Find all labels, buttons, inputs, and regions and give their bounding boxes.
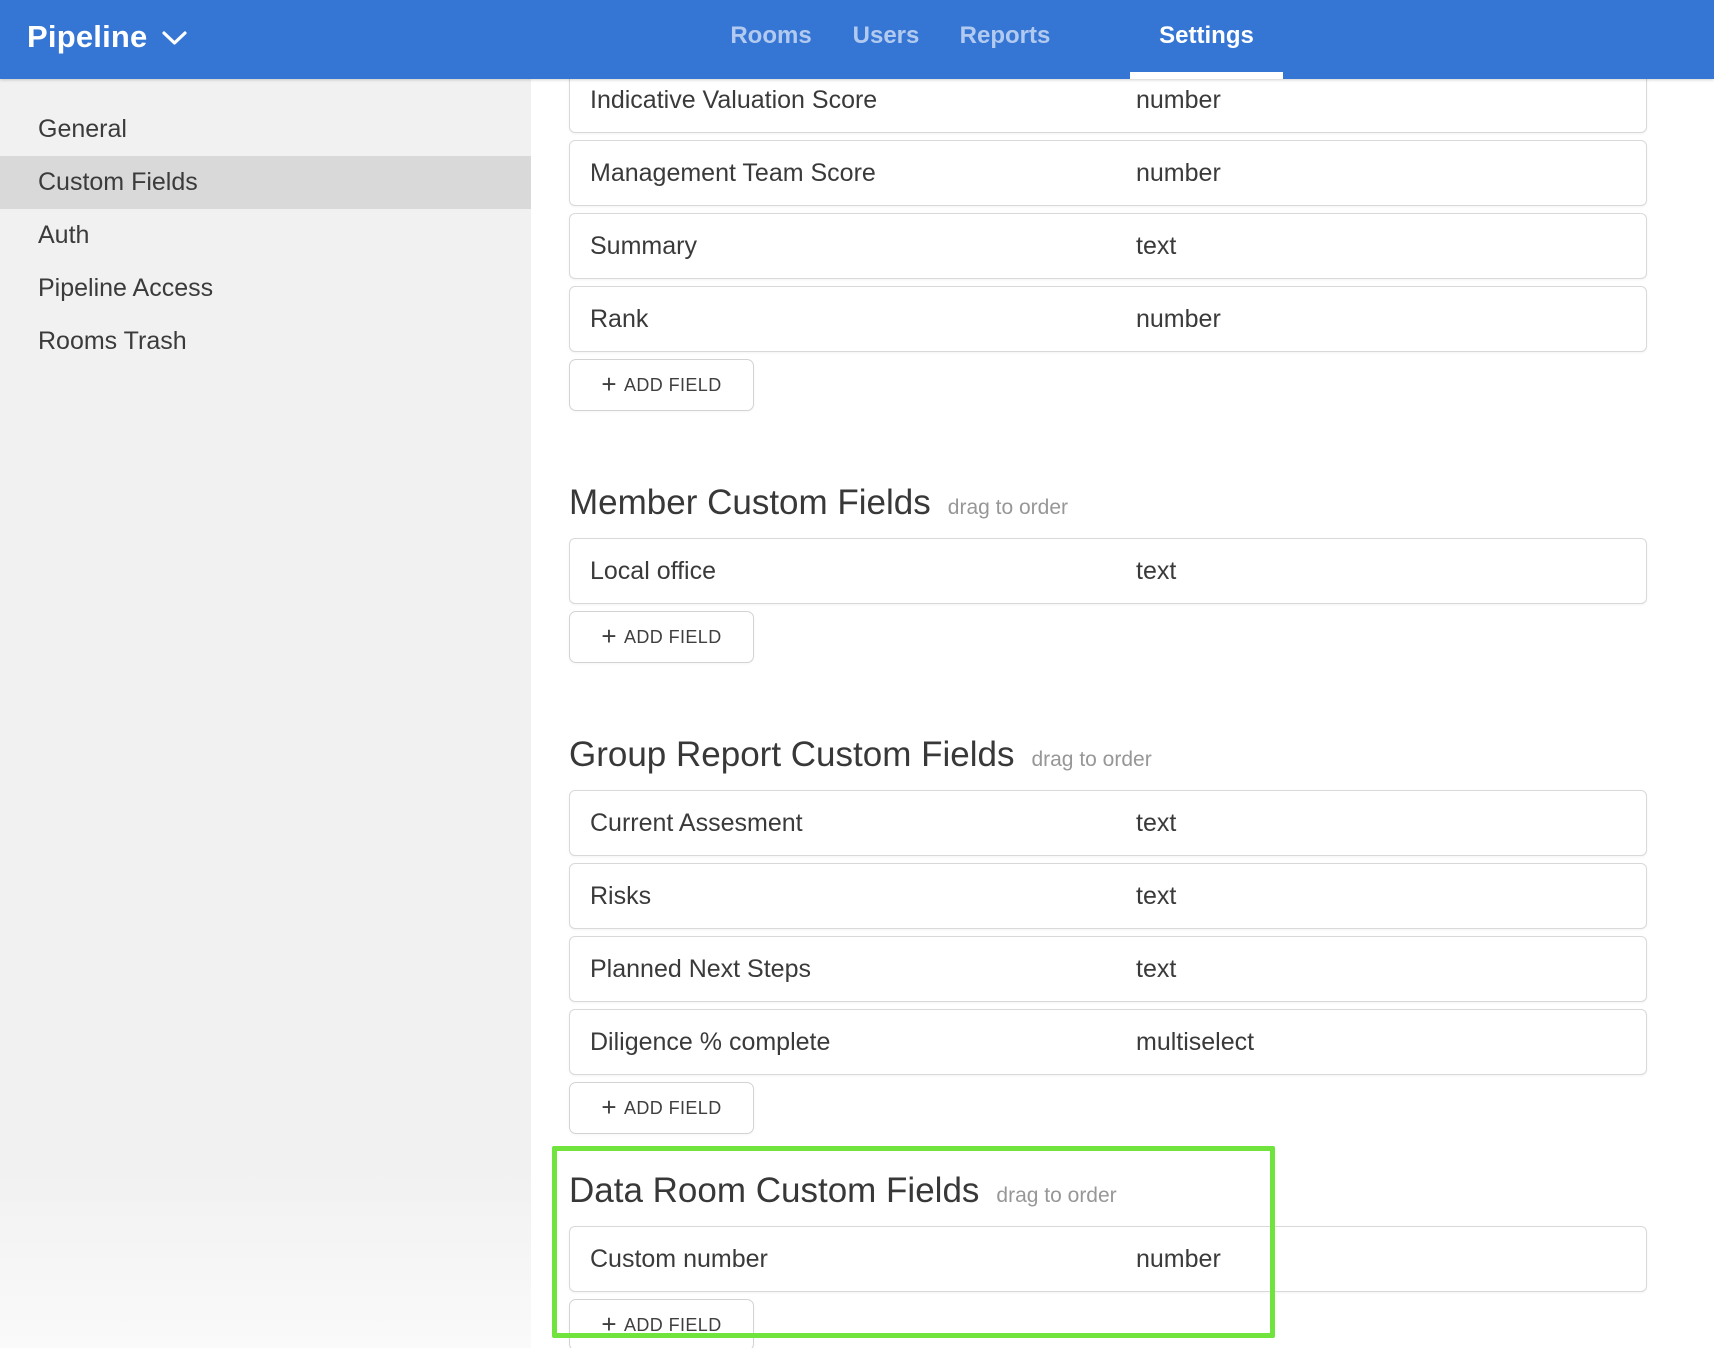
field-row-summary[interactable]: Summary text <box>569 213 1647 279</box>
group-report-custom-fields-section: Group Report Custom Fields drag to order… <box>569 733 1647 1134</box>
section-title-text: Member Custom Fields <box>569 481 931 525</box>
tab-rooms[interactable]: Rooms <box>707 0 835 79</box>
room-custom-fields-section: Indicative Valuation Score number Manage… <box>569 79 1647 411</box>
app-switcher-button[interactable]: Pipeline <box>27 0 188 79</box>
add-field-label: ADD FIELD <box>624 1098 722 1119</box>
data-room-custom-fields-section: Data Room Custom Fields drag to order Cu… <box>569 1169 1647 1348</box>
add-field-button[interactable]: + ADD FIELD <box>569 359 754 411</box>
plus-icon: + <box>601 1094 617 1120</box>
field-name: Local office <box>590 557 716 586</box>
add-field-label: ADD FIELD <box>624 627 722 648</box>
add-field-button[interactable]: + ADD FIELD <box>569 1082 754 1134</box>
sidebar-item-auth[interactable]: Auth <box>0 209 531 262</box>
plus-icon: + <box>601 1311 617 1337</box>
settings-content: Indicative Valuation Score number Manage… <box>531 79 1714 1348</box>
field-row-planned-next-steps[interactable]: Planned Next Steps text <box>569 936 1647 1002</box>
tab-reports[interactable]: Reports <box>937 0 1073 79</box>
field-name: Planned Next Steps <box>590 955 811 984</box>
field-name: Custom number <box>590 1245 768 1274</box>
tab-settings[interactable]: Settings <box>1130 0 1283 79</box>
field-type: text <box>1136 882 1176 911</box>
tab-settings-label: Settings <box>1159 22 1254 50</box>
field-name: Indicative Valuation Score <box>590 86 877 115</box>
drag-to-order-hint: drag to order <box>948 486 1068 530</box>
sidebar-item-pipeline-access[interactable]: Pipeline Access <box>0 262 531 315</box>
field-type: number <box>1136 86 1221 115</box>
field-name: Current Assesment <box>590 809 803 838</box>
field-name: Summary <box>590 232 697 261</box>
field-row-custom-number[interactable]: Custom number number <box>569 1226 1647 1292</box>
field-row-management-team-score[interactable]: Management Team Score number <box>569 140 1647 206</box>
section-title-text: Data Room Custom Fields <box>569 1169 979 1213</box>
field-type: multiselect <box>1136 1028 1254 1057</box>
tab-users[interactable]: Users <box>829 0 943 79</box>
field-row-current-assesment[interactable]: Current Assesment text <box>569 790 1647 856</box>
field-row-indicative-valuation-score[interactable]: Indicative Valuation Score number <box>569 79 1647 133</box>
field-type: number <box>1136 305 1221 334</box>
field-type: text <box>1136 557 1176 586</box>
section-title-text: Group Report Custom Fields <box>569 733 1014 777</box>
drag-to-order-hint: drag to order <box>996 1174 1116 1218</box>
drag-to-order-hint: drag to order <box>1031 738 1151 782</box>
field-name: Risks <box>590 882 651 911</box>
app-header: Pipeline Rooms Users Reports Settings <box>0 0 1714 79</box>
add-field-label: ADD FIELD <box>624 1315 722 1336</box>
add-field-label: ADD FIELD <box>624 375 722 396</box>
plus-icon: + <box>601 371 617 397</box>
field-row-rank[interactable]: Rank number <box>569 286 1647 352</box>
field-name: Rank <box>590 305 648 334</box>
field-name: Diligence % complete <box>590 1028 830 1057</box>
chevron-down-icon <box>161 28 188 52</box>
section-title: Group Report Custom Fields drag to order <box>569 733 1647 782</box>
plus-icon: + <box>601 623 617 649</box>
field-name: Management Team Score <box>590 159 876 188</box>
sidebar-item-custom-fields[interactable]: Custom Fields <box>0 156 531 209</box>
sidebar-item-rooms-trash[interactable]: Rooms Trash <box>0 315 531 368</box>
field-row-risks[interactable]: Risks text <box>569 863 1647 929</box>
field-type: text <box>1136 955 1176 984</box>
sidebar-item-general[interactable]: General <box>0 103 531 156</box>
field-row-diligence-complete[interactable]: Diligence % complete multiselect <box>569 1009 1647 1075</box>
app-title: Pipeline <box>27 19 147 61</box>
field-row-local-office[interactable]: Local office text <box>569 538 1647 604</box>
field-type: number <box>1136 1245 1221 1274</box>
field-type: text <box>1136 232 1176 261</box>
section-title: Data Room Custom Fields drag to order <box>569 1169 1647 1218</box>
settings-sidebar: General Custom Fields Auth Pipeline Acce… <box>0 79 531 1348</box>
add-field-button[interactable]: + ADD FIELD <box>569 611 754 663</box>
active-tab-underline <box>1130 72 1283 79</box>
section-title: Member Custom Fields drag to order <box>569 481 1647 530</box>
member-custom-fields-section: Member Custom Fields drag to order Local… <box>569 481 1647 663</box>
field-type: number <box>1136 159 1221 188</box>
field-type: text <box>1136 809 1176 838</box>
add-field-button[interactable]: + ADD FIELD <box>569 1299 754 1348</box>
